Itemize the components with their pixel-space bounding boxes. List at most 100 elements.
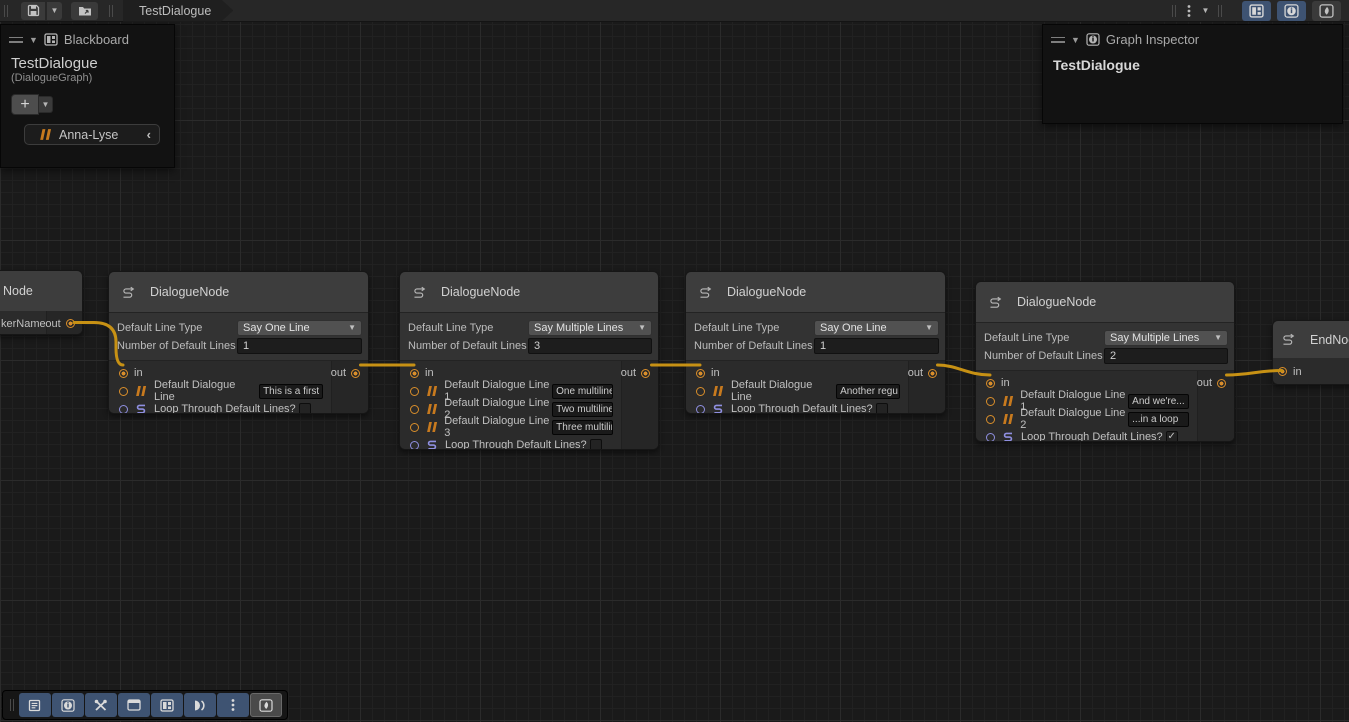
line-type-value: Say Multiple Lines bbox=[534, 322, 623, 334]
kebab-menu-icon bbox=[231, 698, 235, 712]
line-text-field[interactable]: One multiline bbox=[552, 384, 613, 399]
inspector-toggle[interactable] bbox=[52, 693, 84, 717]
toolbar-drag-handle[interactable] bbox=[10, 699, 14, 711]
start-out-port[interactable] bbox=[66, 319, 75, 328]
dropdown-arrow-icon: ▼ bbox=[925, 323, 933, 332]
dialogue-node-icon bbox=[988, 295, 1002, 310]
out-port[interactable] bbox=[641, 369, 650, 378]
loop-checkbox[interactable] bbox=[590, 439, 602, 450]
spark-icon bbox=[1319, 4, 1334, 18]
save-button[interactable] bbox=[21, 2, 45, 20]
dialogue-node-4[interactable]: DialogueNode Default Line Type Say Multi… bbox=[975, 281, 1235, 442]
drag-handle-icon[interactable] bbox=[9, 37, 23, 43]
num-lines-field[interactable]: 1 bbox=[237, 338, 362, 354]
graph-canvas[interactable]: Node kerName out DialogueNode Default Li… bbox=[0, 0, 1349, 722]
bool-port[interactable] bbox=[986, 433, 995, 442]
blackboard-toggle[interactable] bbox=[1242, 1, 1271, 21]
tools-toggle[interactable] bbox=[85, 693, 117, 717]
options-dropdown[interactable]: ▼ bbox=[1198, 2, 1213, 20]
save-options-dropdown[interactable]: ▼ bbox=[47, 2, 62, 20]
in-port[interactable] bbox=[410, 369, 419, 378]
open-asset-button[interactable] bbox=[71, 2, 98, 20]
dialogue-node-1[interactable]: DialogueNode Default Line Type Say One L… bbox=[108, 271, 369, 414]
add-property-dropdown[interactable]: ▼ bbox=[39, 96, 53, 113]
bool-port[interactable] bbox=[696, 405, 705, 414]
num-lines-field[interactable]: 2 bbox=[1104, 348, 1228, 364]
blackboard-panel[interactable]: ▼ Blackboard TestDialogue (DialogueGraph… bbox=[0, 24, 175, 168]
options-menu-button[interactable] bbox=[1181, 2, 1196, 20]
out-port[interactable] bbox=[1217, 379, 1226, 388]
line-text-value: Two multiline bbox=[556, 404, 613, 415]
blackboard-toggle[interactable] bbox=[151, 693, 183, 717]
loop-checkbox[interactable]: ✓ bbox=[1166, 431, 1178, 442]
graph-inspector-toggle[interactable] bbox=[1277, 1, 1306, 21]
tools-icon bbox=[94, 699, 108, 712]
dialogue-preview-toggle[interactable] bbox=[184, 693, 216, 717]
node-title-bar: EndNode bbox=[1273, 321, 1349, 358]
toolbar-drag-handle[interactable] bbox=[1172, 5, 1176, 17]
preview-toggle[interactable] bbox=[1312, 1, 1341, 21]
end-node[interactable]: EndNode in bbox=[1272, 320, 1349, 385]
bool-port[interactable] bbox=[119, 405, 128, 414]
window-toggle[interactable] bbox=[118, 693, 150, 717]
quote-icon bbox=[1001, 396, 1014, 406]
line-type-dropdown[interactable]: Say Multiple Lines ▼ bbox=[528, 320, 652, 336]
num-lines-value: 1 bbox=[243, 340, 249, 352]
line-type-dropdown[interactable]: Say One Line ▼ bbox=[237, 320, 362, 336]
quote-icon bbox=[1001, 414, 1014, 424]
expand-chevron-icon[interactable]: ‹ bbox=[147, 127, 151, 142]
out-port-label: out bbox=[331, 367, 346, 379]
line-text-field[interactable]: Two multiline bbox=[552, 402, 613, 417]
more-options-toggle[interactable] bbox=[217, 693, 249, 717]
line-text-field[interactable]: ...in a loop bbox=[1128, 412, 1189, 427]
preview-toggle[interactable] bbox=[250, 693, 282, 717]
num-lines-value: 1 bbox=[820, 340, 826, 352]
node-title: EndNode bbox=[1310, 333, 1349, 347]
line-text-field[interactable]: Three multilin bbox=[552, 420, 613, 435]
string-port[interactable] bbox=[410, 387, 419, 396]
toolbar-drag-handle[interactable] bbox=[1218, 5, 1222, 17]
string-port[interactable] bbox=[986, 397, 995, 406]
inspector-icon bbox=[1086, 33, 1100, 46]
dialogue-node-2[interactable]: DialogueNode Default Line Type Say Multi… bbox=[399, 271, 659, 450]
node-title: DialogueNode bbox=[1017, 295, 1096, 309]
collapse-arrow-icon[interactable]: ▼ bbox=[1071, 35, 1080, 45]
bool-port[interactable] bbox=[410, 441, 419, 450]
out-port[interactable] bbox=[928, 369, 937, 378]
drag-handle-icon[interactable] bbox=[1051, 37, 1065, 43]
string-port[interactable] bbox=[119, 387, 128, 396]
out-port[interactable] bbox=[351, 369, 360, 378]
line-text-value: ...in a loop bbox=[1132, 414, 1178, 425]
loop-checkbox[interactable] bbox=[876, 403, 888, 414]
string-port[interactable] bbox=[986, 415, 995, 424]
collapse-arrow-icon[interactable]: ▼ bbox=[29, 35, 38, 45]
string-port[interactable] bbox=[696, 387, 705, 396]
in-port[interactable] bbox=[986, 379, 995, 388]
line-text-value: One multiline bbox=[556, 386, 613, 397]
loop-checkbox[interactable] bbox=[299, 403, 311, 414]
string-port[interactable] bbox=[410, 423, 419, 432]
line-type-dropdown[interactable]: Say Multiple Lines ▼ bbox=[1104, 330, 1228, 346]
line-text-field[interactable]: And we're... bbox=[1128, 394, 1189, 409]
in-port[interactable] bbox=[119, 369, 128, 378]
num-lines-field[interactable]: 3 bbox=[528, 338, 652, 354]
dialogue-node-3[interactable]: DialogueNode Default Line Type Say One L… bbox=[685, 271, 946, 414]
notes-toggle[interactable] bbox=[19, 693, 51, 717]
string-port[interactable] bbox=[410, 405, 419, 414]
breadcrumb-tab[interactable]: TestDialogue bbox=[123, 0, 233, 22]
line-text-field[interactable]: Another regu bbox=[836, 384, 900, 399]
line-type-dropdown[interactable]: Say One Line ▼ bbox=[814, 320, 939, 336]
save-icon bbox=[27, 4, 40, 17]
add-property-button[interactable]: + bbox=[11, 94, 39, 115]
graph-inspector-panel[interactable]: ▼ Graph Inspector TestDialogue bbox=[1042, 24, 1343, 124]
line-text-field[interactable]: This is a first bbox=[259, 384, 323, 399]
blackboard-property-anna-lyse[interactable]: Anna-Lyse ‹ bbox=[24, 124, 160, 145]
start-node[interactable]: Node kerName out bbox=[0, 270, 83, 335]
breadcrumb-label: TestDialogue bbox=[139, 4, 211, 18]
in-port[interactable] bbox=[1278, 367, 1287, 376]
in-port[interactable] bbox=[696, 369, 705, 378]
loop-port-label: Loop Through Default Lines? bbox=[731, 403, 873, 414]
toolbar-drag-handle[interactable] bbox=[4, 5, 8, 17]
num-lines-field[interactable]: 1 bbox=[814, 338, 939, 354]
toolbar-drag-handle[interactable] bbox=[109, 5, 113, 17]
